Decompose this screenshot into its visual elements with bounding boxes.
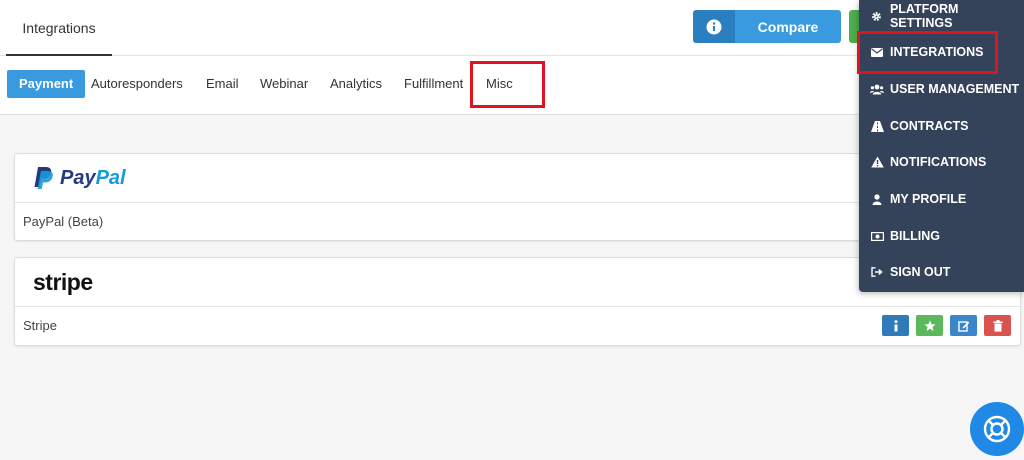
edit-icon bbox=[957, 320, 969, 332]
tab-webinar[interactable]: Webinar bbox=[248, 70, 320, 98]
trash-icon bbox=[993, 319, 1002, 332]
integration-name: Stripe bbox=[23, 318, 57, 333]
delete-button[interactable] bbox=[984, 315, 1011, 336]
paypal-logo-pal: Pal bbox=[95, 166, 126, 189]
warning-icon bbox=[870, 155, 884, 169]
integrations-menu-highlight bbox=[857, 31, 998, 74]
tab-payment[interactable]: Payment bbox=[7, 70, 86, 98]
menu-item-sign-out[interactable]: SIGN OUT bbox=[859, 254, 1024, 290]
paypal-logo: Pay Pal bbox=[33, 166, 126, 190]
menu-item-notifications[interactable]: NOTIFICATIONS bbox=[859, 144, 1024, 180]
menu-item-label: PLATFORM SETTINGS bbox=[889, 2, 959, 30]
menu-item-contracts[interactable]: CONTRACTS bbox=[859, 108, 1024, 144]
menu-item-label: MY PROFILE bbox=[890, 192, 967, 206]
menu-item-label: BILLING bbox=[890, 229, 940, 243]
menu-item-label: CONTRACTS bbox=[890, 119, 969, 133]
menu-item-user-management[interactable]: USER MANAGEMENT bbox=[859, 71, 1024, 107]
tab-fulfillment[interactable]: Fulfillment bbox=[392, 70, 475, 98]
paypal-logo-pay: Pay bbox=[60, 166, 96, 189]
road-icon bbox=[870, 119, 884, 133]
paypal-mark-icon bbox=[34, 167, 53, 189]
help-chat-button[interactable] bbox=[970, 402, 1024, 456]
menu-item-billing[interactable]: BILLING bbox=[859, 218, 1024, 254]
info-icon bbox=[693, 10, 735, 43]
misc-tab-highlight bbox=[470, 61, 545, 108]
user-icon bbox=[870, 192, 884, 206]
edit-button[interactable] bbox=[950, 315, 977, 336]
favorite-button[interactable] bbox=[916, 315, 943, 336]
compare-button-label: Compare bbox=[735, 10, 841, 43]
menu-item-platform-settings[interactable]: PLATFORM SETTINGS bbox=[859, 0, 1024, 34]
gear-icon bbox=[870, 9, 884, 23]
users-icon bbox=[870, 82, 884, 96]
menu-item-label: USER MANAGEMENT bbox=[890, 82, 1020, 96]
compare-button[interactable]: Compare bbox=[693, 10, 841, 43]
stripe-logo: stripe bbox=[33, 268, 93, 295]
sign-out-icon bbox=[870, 265, 884, 279]
tab-email[interactable]: Email bbox=[194, 70, 251, 98]
star-icon bbox=[924, 320, 935, 331]
stripe-actions bbox=[882, 315, 1011, 336]
menu-item-label: NOTIFICATIONS bbox=[890, 155, 987, 169]
money-icon bbox=[870, 229, 884, 243]
tab-analytics[interactable]: Analytics bbox=[318, 70, 394, 98]
info-icon bbox=[894, 319, 897, 331]
menu-item-my-profile[interactable]: MY PROFILE bbox=[859, 181, 1024, 217]
info-button[interactable] bbox=[882, 315, 909, 336]
lifebuoy-icon bbox=[983, 415, 1011, 443]
menu-item-label: SIGN OUT bbox=[890, 265, 951, 279]
page-title[interactable]: Integrations bbox=[6, 0, 112, 56]
tab-autoresponders[interactable]: Autoresponders bbox=[79, 70, 195, 98]
